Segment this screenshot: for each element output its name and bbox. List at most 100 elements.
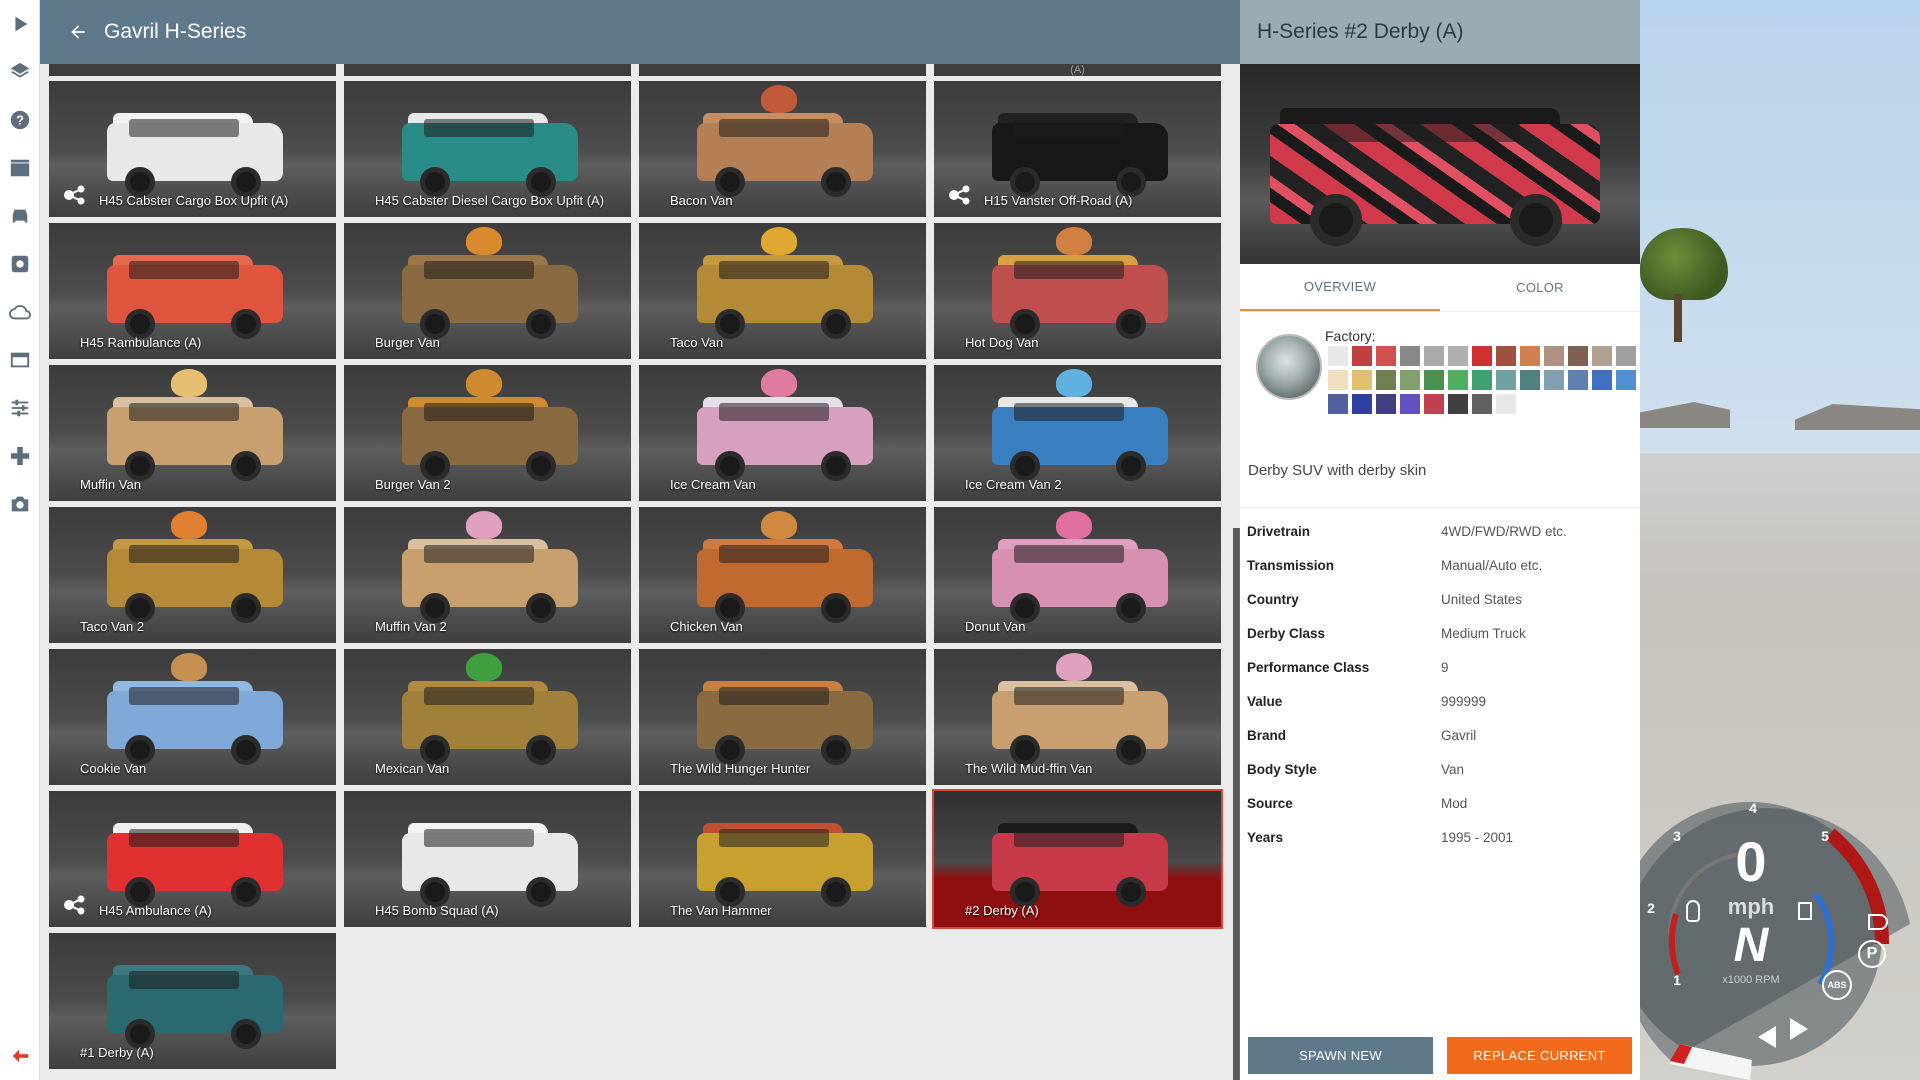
vehicle-card[interactable]: H45 Rambulance (A) xyxy=(49,223,336,359)
color-swatch[interactable] xyxy=(1520,346,1540,366)
color-swatch[interactable] xyxy=(1472,370,1492,390)
color-swatch[interactable] xyxy=(1472,394,1492,414)
roof-prop xyxy=(1056,369,1092,397)
rpm-label: x1000 RPM xyxy=(1722,974,1780,986)
settings-icon[interactable] xyxy=(8,252,32,276)
cloud-icon[interactable] xyxy=(8,300,32,324)
vehicle-card[interactable]: Muffin Van 2 xyxy=(344,507,631,643)
clapperboard-icon[interactable] xyxy=(8,156,32,180)
gamepad-icon[interactable] xyxy=(8,444,32,468)
back-arrow-icon[interactable] xyxy=(66,20,90,44)
vehicle-card-label: H45 Bomb Squad (A) xyxy=(375,903,499,918)
roof-prop xyxy=(466,369,502,397)
vehicle-card[interactable]: Burger Van 2 xyxy=(344,365,631,501)
tab-overview[interactable]: OVERVIEW xyxy=(1240,264,1440,311)
spec-key: Source xyxy=(1247,795,1293,811)
vehicle-card[interactable]: #1 Derby (A) xyxy=(49,933,336,1069)
replace-current-button[interactable]: REPLACE CURRENT xyxy=(1447,1037,1632,1074)
vehicle-card[interactable]: Donut Van xyxy=(934,507,1221,643)
color-swatch[interactable] xyxy=(1400,346,1420,366)
color-swatch[interactable] xyxy=(1424,346,1444,366)
vehicle-card[interactable]: The Wild Hunger Hunter xyxy=(639,649,926,785)
color-swatch[interactable] xyxy=(1352,370,1372,390)
play-icon[interactable] xyxy=(8,12,32,36)
rpm-tick-2: 2 xyxy=(1647,900,1655,916)
vehicle-card[interactable]: Hot Dog Van xyxy=(934,223,1221,359)
color-swatch[interactable] xyxy=(1328,394,1348,414)
color-swatch[interactable] xyxy=(1496,394,1516,414)
color-swatch[interactable] xyxy=(1424,370,1444,390)
vehicle-card[interactable]: Ice Cream Van xyxy=(639,365,926,501)
color-swatch[interactable] xyxy=(1328,346,1348,366)
vehicle-card[interactable]: The Van Hammer xyxy=(639,791,926,927)
color-swatch[interactable] xyxy=(1376,370,1396,390)
vehicle-card[interactable]: #2 Derby (A) xyxy=(932,789,1223,929)
tree xyxy=(1640,228,1732,348)
color-swatch[interactable] xyxy=(1616,370,1636,390)
vehicle-card[interactable]: Taco Van 2 xyxy=(49,507,336,643)
color-swatch[interactable] xyxy=(1544,346,1564,366)
vehicle-thumbnail xyxy=(99,813,289,913)
color-swatch[interactable] xyxy=(1496,370,1516,390)
color-swatch[interactable] xyxy=(1448,370,1468,390)
fuel-icon xyxy=(1798,902,1812,920)
vehicle-card[interactable]: Burger Van xyxy=(344,223,631,359)
camera-icon[interactable] xyxy=(8,492,32,516)
color-swatch[interactable] xyxy=(1616,346,1636,366)
tab-color[interactable]: COLOR xyxy=(1440,264,1640,311)
vehicle-card[interactable]: H45 Cabster Cargo Box Upfit (A) xyxy=(49,81,336,217)
color-swatch[interactable] xyxy=(1424,394,1444,414)
sliders-icon[interactable] xyxy=(8,396,32,420)
vehicle-card[interactable]: H15 Vanster Off-Road (A) xyxy=(934,81,1221,217)
color-swatch[interactable] xyxy=(1568,370,1588,390)
vehicle-card[interactable]: Ice Cream Van 2 xyxy=(934,365,1221,501)
color-swatch[interactable] xyxy=(1352,394,1372,414)
color-swatch[interactable] xyxy=(1328,370,1348,390)
color-swatch[interactable] xyxy=(1400,394,1420,414)
layers-icon[interactable] xyxy=(8,60,32,84)
help-icon[interactable]: ? xyxy=(8,108,32,132)
vehicle-card[interactable]: Mexican Van xyxy=(344,649,631,785)
color-swatch[interactable] xyxy=(1520,370,1540,390)
vehicle-card[interactable]: Taco Van xyxy=(639,223,926,359)
color-swatch[interactable] xyxy=(1448,394,1468,414)
vehicle-card-label: #1 Derby (A) xyxy=(80,1045,154,1060)
abs-indicator: ABS xyxy=(1822,970,1852,1000)
vehicle-card-label: H15 Vanster Off-Road (A) xyxy=(984,193,1133,208)
vehicle-thumbnail xyxy=(984,813,1174,913)
color-swatch[interactable] xyxy=(1472,346,1492,366)
vehicle-card-label: H45 Cabster Diesel Cargo Box Upfit (A) xyxy=(375,193,605,208)
car-icon[interactable] xyxy=(8,204,32,228)
color-swatch[interactable] xyxy=(1592,346,1612,366)
spec-key: Body Style xyxy=(1247,761,1317,777)
color-swatch[interactable] xyxy=(1376,346,1396,366)
vehicle-card-label: Taco Van xyxy=(670,335,724,350)
spawn-new-button[interactable]: SPAWN NEW xyxy=(1248,1037,1433,1074)
vehicle-card[interactable]: Bacon Van xyxy=(639,81,926,217)
color-swatch[interactable] xyxy=(1496,346,1516,366)
roof-prop xyxy=(171,511,207,539)
vehicle-card[interactable]: Muffin Van xyxy=(49,365,336,501)
exit-arrow-icon[interactable] xyxy=(8,1044,32,1068)
vehicle-card[interactable]: H45 Ambulance (A) xyxy=(49,791,336,927)
vehicle-card[interactable]: The Wild Mud-ffin Van xyxy=(934,649,1221,785)
vehicle-thumbnail xyxy=(99,103,289,203)
vehicle-card[interactable]: Cookie Van xyxy=(49,649,336,785)
color-swatch[interactable] xyxy=(1400,370,1420,390)
color-swatch[interactable] xyxy=(1376,394,1396,414)
color-swatch[interactable] xyxy=(1568,346,1588,366)
window-icon[interactable] xyxy=(8,348,32,372)
vehicle-card[interactable]: H45 Bomb Squad (A) xyxy=(344,791,631,927)
list-scrollbar[interactable] xyxy=(1233,528,1239,1080)
spec-value: United States xyxy=(1441,591,1523,607)
vehicle-card[interactable]: H45 Cabster Diesel Cargo Box Upfit (A) xyxy=(344,81,631,217)
vehicle-card-label: Bacon Van xyxy=(670,193,733,208)
vehicle-card[interactable]: Chicken Van xyxy=(639,507,926,643)
color-swatch[interactable] xyxy=(1592,370,1612,390)
turn-left-icon xyxy=(1758,1026,1776,1048)
turn-right-icon xyxy=(1790,1018,1808,1040)
color-swatch[interactable] xyxy=(1544,370,1564,390)
color-swatch[interactable] xyxy=(1352,346,1372,366)
color-swatch[interactable] xyxy=(1448,346,1468,366)
vehicle-card-label: Taco Van 2 xyxy=(80,619,145,634)
